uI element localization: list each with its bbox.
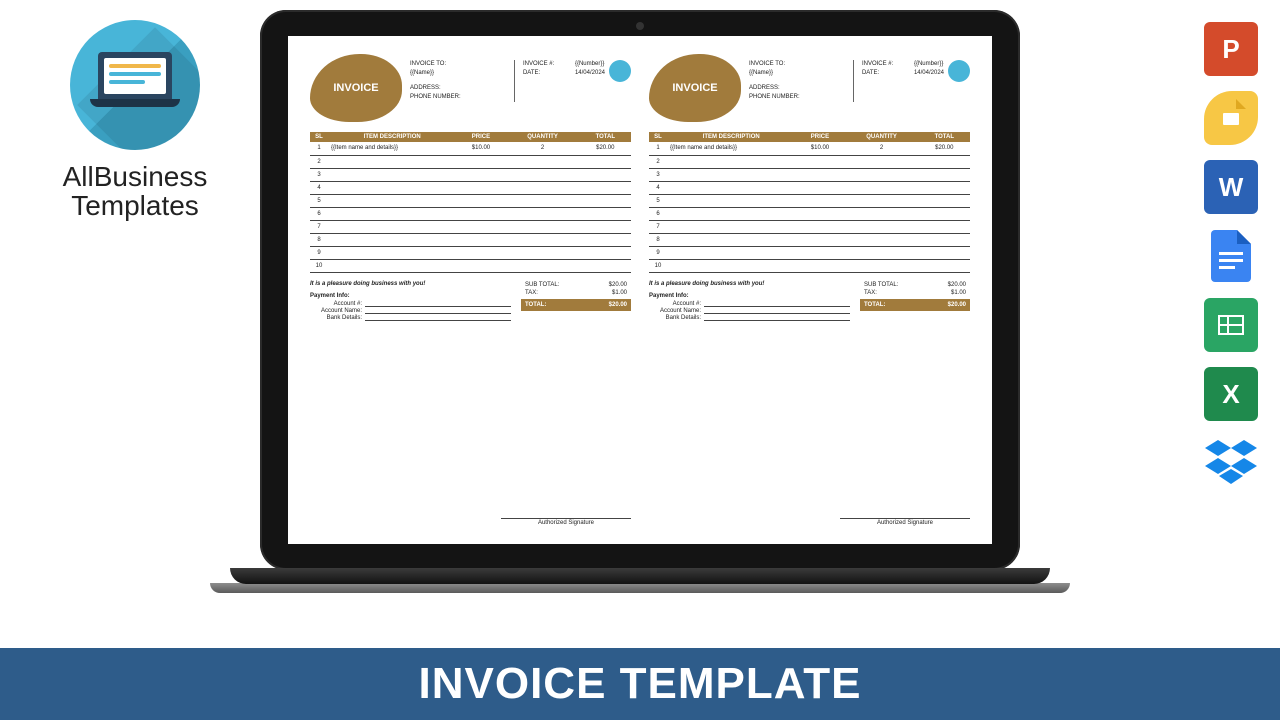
page-title: INVOICE TEMPLATE	[419, 659, 862, 708]
invoice-items-table: SLITEM DESCRIPTIONPRICEQUANTITYTOTAL 1{{…	[310, 132, 631, 273]
google-slides-icon	[1204, 91, 1258, 145]
google-sheets-icon	[1204, 298, 1258, 352]
excel-icon: X	[1204, 367, 1258, 421]
dropbox-icon	[1204, 436, 1258, 490]
invoice-title-blob: INVOICE	[649, 54, 741, 122]
page-title-bar: INVOICE TEMPLATE	[0, 642, 1280, 720]
word-icon: W	[1204, 160, 1258, 214]
brand-logo: AllBusinessTemplates	[30, 20, 240, 221]
format-icons: P W X	[1204, 22, 1258, 490]
google-docs-icon	[1204, 229, 1258, 283]
invoice-title-blob: INVOICE	[310, 54, 402, 122]
camera-dot	[636, 22, 644, 30]
mini-logo	[948, 60, 970, 82]
brand-text-2: Templates	[30, 191, 240, 220]
invoice-items-table: SLITEM DESCRIPTIONPRICEQUANTITYTOTAL 1{{…	[649, 132, 970, 273]
powerpoint-icon: P	[1204, 22, 1258, 76]
invoice-page: INVOICE INVOICE TO: {{Name}} ADDRESS: PH…	[310, 54, 631, 526]
laptop-mockup: INVOICE INVOICE TO: {{Name}} ADDRESS: PH…	[260, 10, 1020, 593]
brand-text-1: AllBusiness	[30, 162, 240, 191]
mini-logo	[609, 60, 631, 82]
invoice-page: INVOICE INVOICE TO: {{Name}} ADDRESS: PH…	[649, 54, 970, 526]
